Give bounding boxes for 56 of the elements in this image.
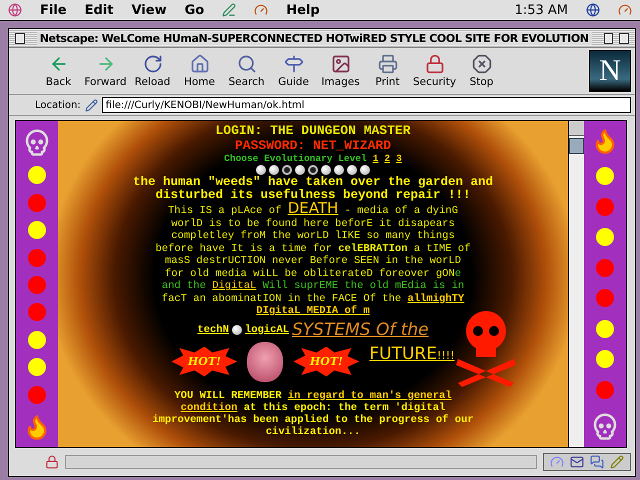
skull-crossbones-icon	[454, 309, 518, 387]
toolbar-button[interactable]: Print	[364, 54, 411, 88]
future-link[interactable]: FUTURE!!!!	[369, 344, 455, 364]
signpost-icon	[284, 54, 304, 74]
closing-paragraph: YOU WILL REMEMBER in regard to man's general condition at this epoch: the term 'digital improvement'has been applied to the progress of our civilization...	[151, 390, 475, 438]
menu-item[interactable]: Help	[286, 2, 320, 18]
level-label: Choose Evolutionary Level	[224, 153, 367, 164]
stop-icon	[472, 54, 492, 74]
padlock-icon[interactable]	[45, 455, 59, 469]
menu-item[interactable]: Go	[184, 2, 204, 18]
scrollbar[interactable]	[568, 121, 584, 447]
techno-link[interactable]: techN	[197, 324, 229, 336]
toolbar-button[interactable]: Back	[35, 54, 82, 88]
techno-link[interactable]: logicAL	[244, 324, 289, 336]
headline: the human "weeds" have taken over the garden and disturbed its usefulness beyond repair !!!	[132, 176, 494, 202]
reload-icon	[142, 54, 162, 74]
chat-icon[interactable]	[590, 455, 604, 469]
toolbar-button[interactable]: Forward	[82, 54, 129, 88]
composer-icon[interactable]	[610, 455, 624, 469]
home-icon	[190, 54, 210, 74]
collapse-box[interactable]	[619, 32, 629, 44]
toolbar-button[interactable]: Stop	[458, 54, 505, 88]
paragraph: This IS a pLAce of DEATH - media of a dyinG worlD is to be found here beforE it disapears completley froM the worLD lIKE so many things before have It is a time for celEBRATIon a tIME of masS destrUCTION never Before SEEN in the worLD for old media wiLL be obliterateD foreover gONe and the DigitaL Will suprEME the old mEdia is in facT an abominatION in the FACE Of the allmighTY DIgitaL MEDIA of m	[154, 202, 472, 318]
toolbar-button[interactable]: Guide	[270, 54, 317, 88]
toolbar-button[interactable]: Search	[223, 54, 270, 88]
toolbar-button[interactable]: Home	[176, 54, 223, 88]
netscape-logo[interactable]: N	[589, 50, 631, 92]
menu-item[interactable]: File	[40, 2, 67, 18]
systems-link[interactable]: SYSTEMS Of the	[292, 320, 429, 340]
toolbar-button[interactable]: Images	[317, 54, 364, 88]
hot-badge: HOT!	[171, 346, 238, 376]
password-heading: PASSWORD: NET_WIZARD	[234, 138, 392, 153]
page-proxy-icon[interactable]	[84, 98, 98, 112]
cartoon-face-placeholder	[247, 342, 284, 382]
menu-item[interactable]: Edit	[84, 2, 114, 18]
image-icon	[330, 54, 350, 74]
hot-badge: HOT!	[293, 346, 360, 376]
toolbar-button[interactable]: Security	[411, 54, 458, 88]
printer-icon	[378, 54, 398, 74]
padlock-icon	[424, 54, 444, 74]
zoom-box[interactable]	[604, 32, 614, 44]
location-label: Location:	[35, 100, 81, 110]
location-field[interactable]: file:///Curly/KENOBI/NewHuman/ok.html	[102, 97, 631, 113]
toolbar-button[interactable]: Reload	[129, 54, 176, 88]
mail-icon[interactable]	[570, 455, 584, 469]
pen-icon[interactable]	[222, 3, 236, 17]
window-title: Netscape: WeLCome HUmaN-SUPERCONNECTED HOTwiRED STYLE COOL SITE FOR EVOLUTION	[36, 32, 592, 44]
pearl-bullet	[232, 324, 242, 334]
close-box[interactable]	[15, 32, 25, 44]
login-heading: LOGIN: THE DUNGEON MASTER	[215, 123, 411, 138]
menu-item[interactable]: View	[131, 2, 167, 18]
level-link[interactable]: 1	[372, 153, 378, 164]
search-icon	[236, 54, 256, 74]
level-link[interactable]: 3	[396, 153, 402, 164]
level-link[interactable]: 2	[384, 153, 390, 164]
clock[interactable]: 1:53 AM	[514, 2, 568, 18]
